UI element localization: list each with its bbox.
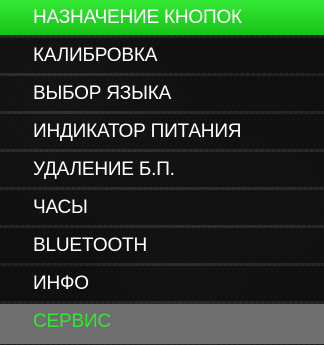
menu-item-label: ИНФО (33, 273, 89, 294)
menu-item-clock[interactable]: ЧАСЫ (0, 190, 324, 225)
menu-item-info[interactable]: ИНФО (0, 266, 324, 301)
menu-item-service[interactable]: СЕРВИС (0, 304, 324, 344)
menu-item-button-assignment[interactable]: НАЗНАЧЕНИЕ КНОПОК (0, 0, 324, 35)
settings-menu: НАЗНАЧЕНИЕ КНОПОК КАЛИБРОВКА ВЫБОР ЯЗЫКА… (0, 0, 324, 344)
menu-item-remove-bp[interactable]: УДАЛЕНИЕ Б.П. (0, 152, 324, 187)
menu-item-label: ВЫБОР ЯЗЫКА (33, 83, 172, 104)
menu-item-label: КАЛИБРОВКА (33, 45, 158, 66)
menu-item-calibration[interactable]: КАЛИБРОВКА (0, 38, 324, 73)
menu-item-language[interactable]: ВЫБОР ЯЗЫКА (0, 76, 324, 111)
settings-screen: НАЗНАЧЕНИЕ КНОПОК КАЛИБРОВКА ВЫБОР ЯЗЫКА… (0, 0, 324, 345)
menu-item-label: ИНДИКАТОР ПИТАНИЯ (33, 121, 242, 142)
menu-item-label: СЕРВИС (33, 311, 111, 332)
menu-item-label: НАЗНАЧЕНИЕ КНОПОК (33, 7, 242, 28)
menu-item-power-indicator[interactable]: ИНДИКАТОР ПИТАНИЯ (0, 114, 324, 149)
menu-item-label: BLUETOOTH (33, 235, 147, 256)
menu-item-bluetooth[interactable]: BLUETOOTH (0, 228, 324, 263)
menu-item-label: ЧАСЫ (33, 197, 88, 218)
menu-item-label: УДАЛЕНИЕ Б.П. (33, 159, 175, 180)
